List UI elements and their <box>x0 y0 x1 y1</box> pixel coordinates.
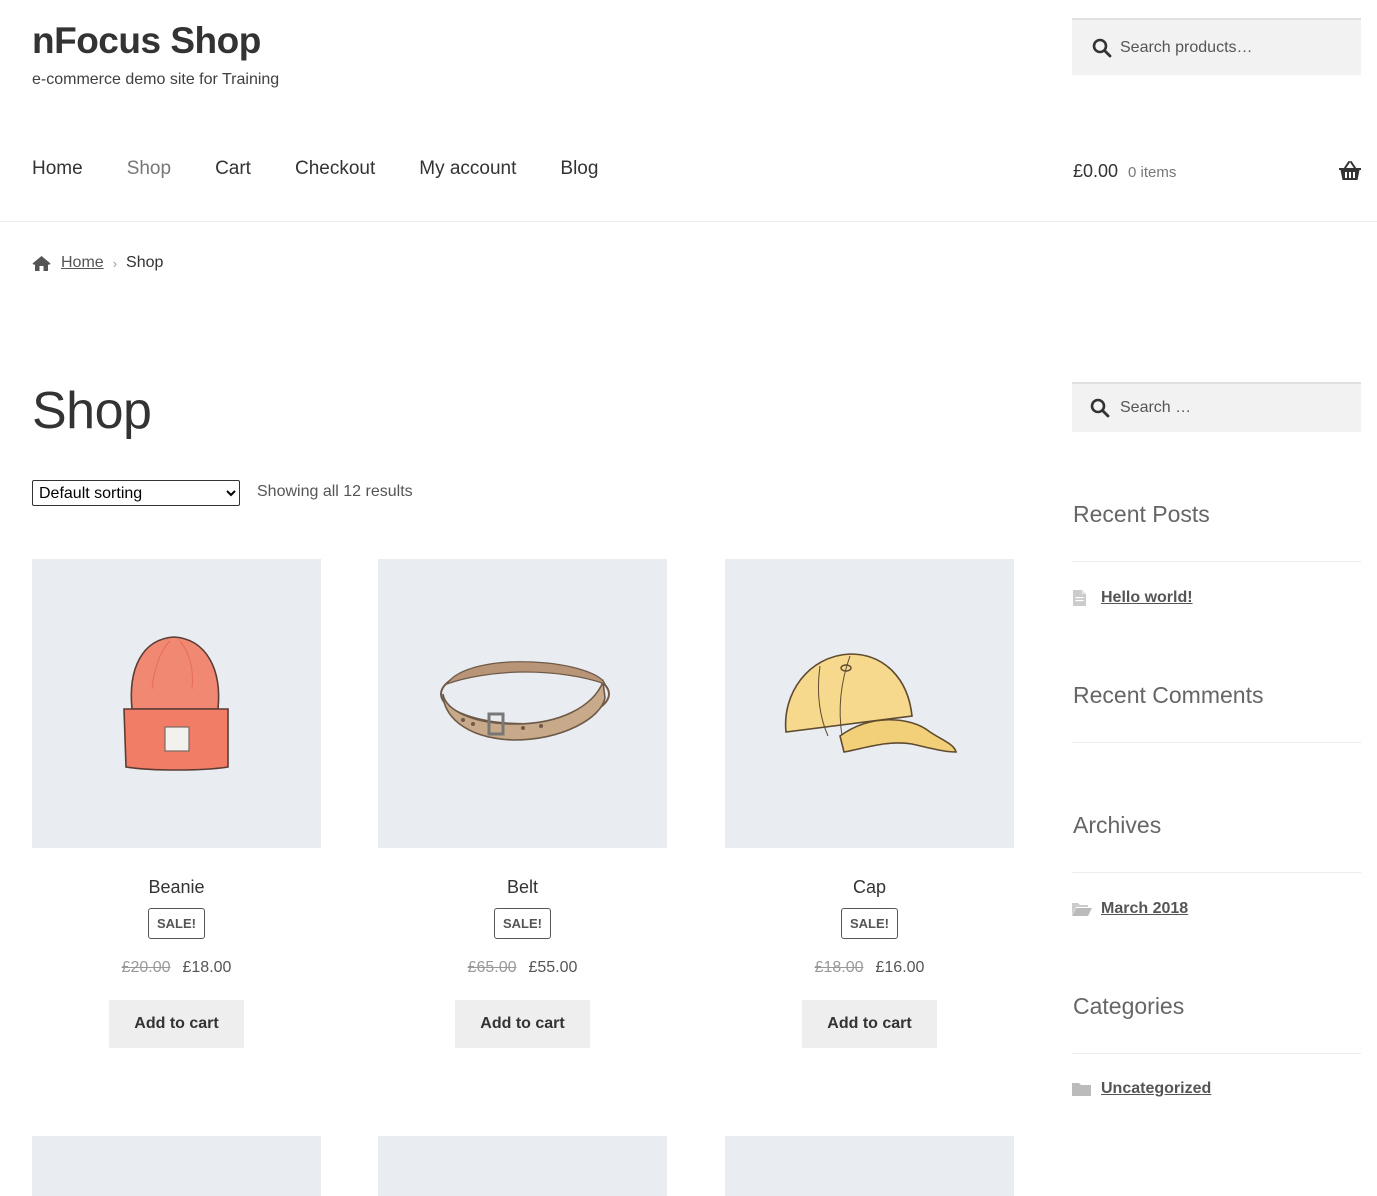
nav-my-account[interactable]: My account <box>419 158 516 180</box>
product-price: £18.00 £16.00 <box>725 959 1014 977</box>
product-image-link[interactable] <box>32 559 321 848</box>
result-count: Showing all 12 results <box>257 483 413 500</box>
regular-price: £65.00 <box>467 959 517 976</box>
product-title[interactable]: Cap <box>725 877 1014 898</box>
nav-shop[interactable]: Shop <box>127 158 171 180</box>
site-description: e-commerce demo site for Training <box>32 71 280 88</box>
archive-link[interactable]: March 2018 <box>1101 900 1188 918</box>
widget-title-categories: Categories <box>1073 993 1185 1019</box>
header-divider <box>0 221 1377 222</box>
sale-price: £55.00 <box>528 959 578 976</box>
folder-icon <box>1072 1083 1091 1096</box>
product-card: Cap SALE! £18.00 £16.00 Add to cart <box>725 559 1014 1048</box>
product-card: Belt SALE! £65.00 £55.00 Add to cart <box>378 559 667 1048</box>
cart-item-count[interactable]: 0 items <box>1128 164 1176 181</box>
header-search-input[interactable]: Search products… <box>1120 39 1253 57</box>
cart-total[interactable]: £0.00 <box>1073 161 1118 182</box>
product-price: £65.00 £55.00 <box>378 959 667 977</box>
sidebar-search-input[interactable]: Search … <box>1120 399 1191 417</box>
nav-cart[interactable]: Cart <box>215 158 251 180</box>
nav-blog[interactable]: Blog <box>560 158 598 180</box>
recent-post-link[interactable]: Hello world! <box>1101 589 1193 607</box>
beanie-image <box>122 635 229 771</box>
belt-image <box>439 660 610 741</box>
widget-divider <box>1072 872 1361 873</box>
home-icon <box>32 255 51 271</box>
product-image-link[interactable] <box>378 559 667 848</box>
widget-title-recent-posts: Recent Posts <box>1073 501 1210 527</box>
product-image-partial[interactable] <box>725 1136 1014 1196</box>
product-price: £20.00 £18.00 <box>32 959 321 977</box>
sidebar-search[interactable]: Search … <box>1072 382 1361 432</box>
product-card: Beanie SALE! £20.00 £18.00 Add to cart <box>32 559 321 1048</box>
site-title[interactable]: nFocus Shop <box>32 20 261 62</box>
archive-item: March 2018 <box>1072 900 1188 918</box>
basket-icon[interactable] <box>1338 160 1362 182</box>
sale-badge: SALE! <box>841 908 898 939</box>
product-image-partial[interactable] <box>32 1136 321 1196</box>
regular-price: £18.00 <box>814 959 864 976</box>
widget-title-recent-comments: Recent Comments <box>1073 682 1264 708</box>
widget-divider <box>1072 742 1361 743</box>
recent-post-item: Hello world! <box>1072 589 1193 607</box>
nav-home[interactable]: Home <box>32 158 83 180</box>
product-title[interactable]: Belt <box>378 877 667 898</box>
add-to-cart-button[interactable]: Add to cart <box>802 1000 937 1048</box>
primary-navigation: Home Shop Cart Checkout My account Blog <box>32 158 642 180</box>
add-to-cart-button[interactable]: Add to cart <box>455 1000 590 1048</box>
widget-title-archives: Archives <box>1073 812 1162 838</box>
header-product-search[interactable]: Search products… <box>1072 18 1361 75</box>
page-title: Shop <box>32 382 152 440</box>
breadcrumb-separator-icon: › <box>112 255 118 271</box>
sale-badge: SALE! <box>494 908 551 939</box>
product-image-link[interactable] <box>725 559 1014 848</box>
cap-image <box>784 652 957 753</box>
sale-price: £18.00 <box>182 959 232 976</box>
document-icon <box>1073 590 1086 606</box>
sort-select[interactable]: Default sorting <box>32 480 240 506</box>
breadcrumb: Home › Shop <box>32 254 163 272</box>
widget-divider <box>1072 561 1361 562</box>
nav-checkout[interactable]: Checkout <box>295 158 375 180</box>
widget-divider <box>1072 1053 1361 1054</box>
search-icon <box>1090 398 1110 418</box>
breadcrumb-current: Shop <box>126 254 164 271</box>
category-link[interactable]: Uncategorized <box>1101 1080 1211 1098</box>
search-icon <box>1092 38 1112 57</box>
folder-open-icon <box>1072 903 1092 916</box>
product-title[interactable]: Beanie <box>32 877 321 898</box>
breadcrumb-home-link[interactable]: Home <box>61 254 104 272</box>
add-to-cart-button[interactable]: Add to cart <box>109 1000 244 1048</box>
product-image-partial[interactable] <box>378 1136 667 1196</box>
sale-price: £16.00 <box>875 959 925 976</box>
category-item: Uncategorized <box>1072 1080 1211 1098</box>
sale-badge: SALE! <box>148 908 205 939</box>
regular-price: £20.00 <box>121 959 171 976</box>
